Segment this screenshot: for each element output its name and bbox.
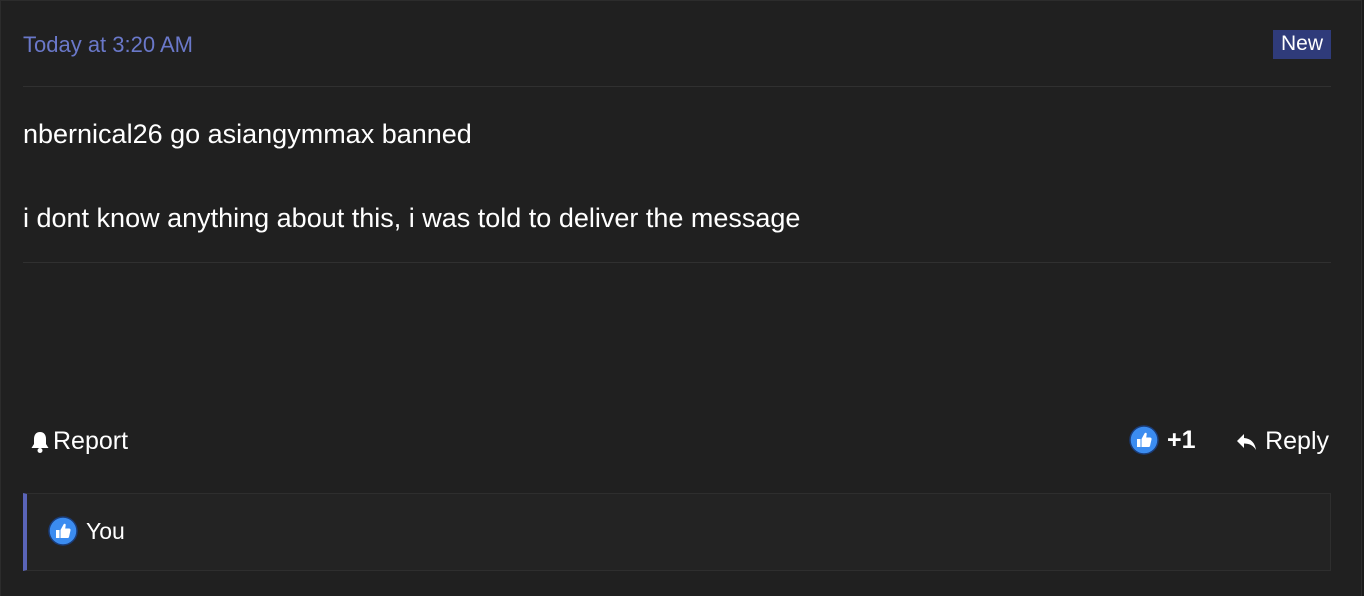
reply-label: Reply [1265,427,1329,455]
reply-button[interactable]: Reply [1235,427,1329,456]
like-count: +1 [1167,425,1196,454]
post-container: Today at 3:20 AM New nbernical26 go asia… [0,0,1362,596]
reactions-list: You [48,516,125,546]
reactions-bar: You [23,493,1331,571]
post-date-link[interactable]: Today at 3:20 AM [23,32,193,58]
new-badge: New [1272,30,1331,59]
message-line-2: i dont know anything about this, i was t… [23,203,801,233]
post-body: nbernical26 go asiangymmax banned i dont… [23,117,1323,285]
like-button[interactable]: +1 [1129,425,1196,455]
report-label: Report [53,427,129,455]
body-divider [23,262,1331,263]
report-button[interactable]: Report [29,427,128,456]
header-divider [23,86,1331,87]
bell-icon [31,431,49,453]
thumbs-up-icon [48,516,78,546]
post-header: Today at 3:20 AM New [23,29,1331,61]
post-actions: Report +1 Reply [23,425,1331,461]
reply-arrow-icon [1237,433,1257,450]
thumbs-up-icon [1129,425,1159,455]
reaction-users-link[interactable]: You [86,518,125,545]
message-line-1: nbernical26 go asiangymmax banned [23,119,472,149]
